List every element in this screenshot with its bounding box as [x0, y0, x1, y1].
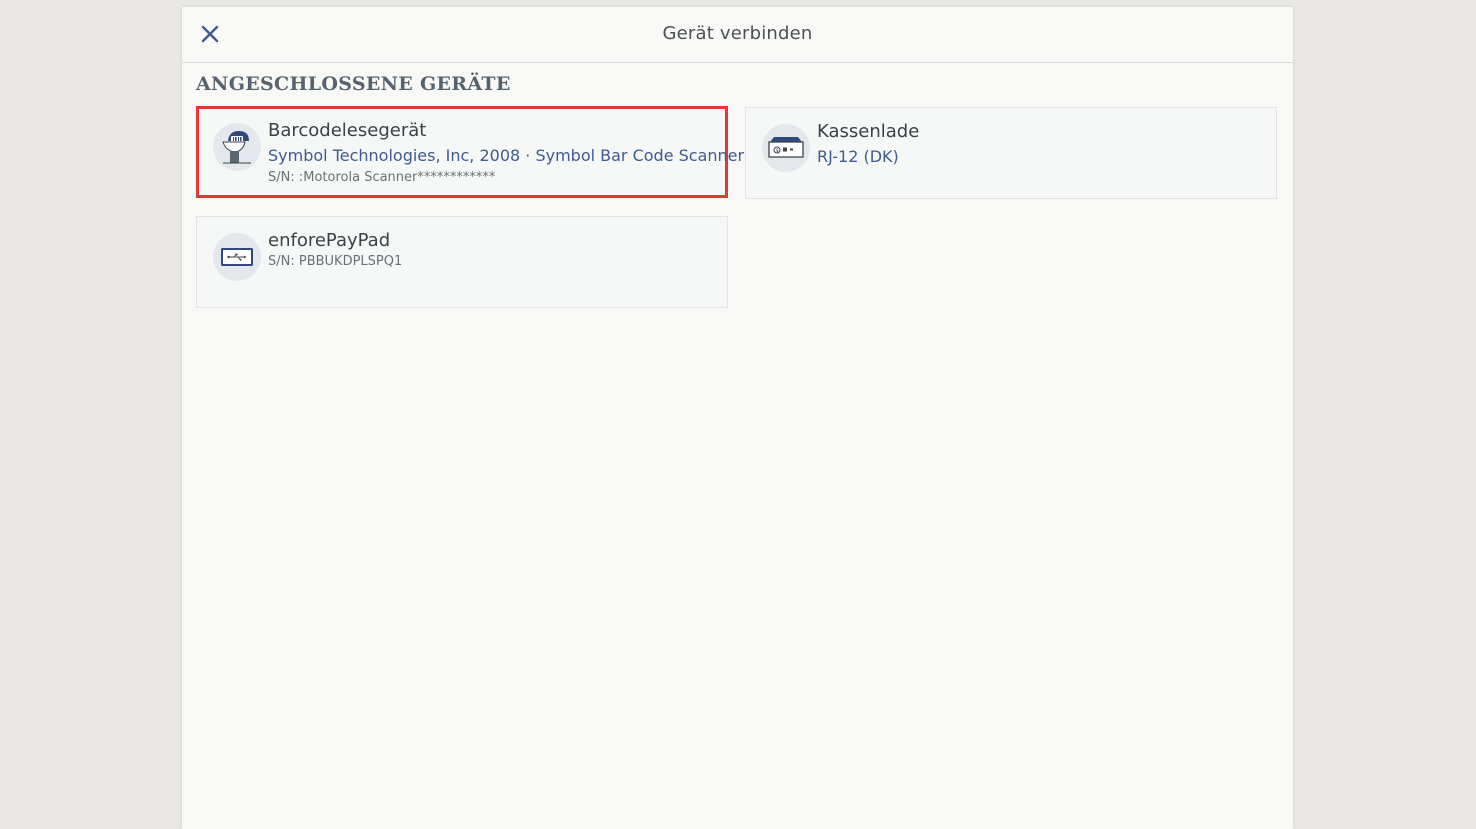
- barcode-scanner-icon: [213, 123, 261, 171]
- dialog-title: Gerät verbinden: [662, 23, 813, 44]
- device-card-payment-terminal[interactable]: enforePayPad S/N: PBBUKDPLSPQ1: [196, 216, 728, 308]
- payment-terminal-icon: [213, 233, 261, 281]
- device-serial: S/N: PBBUKDPLSPQ1: [268, 254, 403, 269]
- device-card-barcode-scanner[interactable]: Barcodelesegerät Symbol Technologies, In…: [196, 106, 745, 198]
- device-info: Kassenlade RJ-12 (DK): [817, 120, 1266, 170]
- device-serial: S/N: :Motorola Scanner************: [268, 170, 496, 185]
- section-heading: ANGESCHLOSSENE GERÄTE: [196, 73, 511, 95]
- device-card-cash-drawer[interactable]: $ Kassenlade RJ-12 (DK): [745, 107, 1277, 199]
- connect-device-dialog: Gerät verbinden ANGESCHLOSSENE GERÄTE Ba…: [182, 7, 1293, 829]
- device-info: enforePayPad S/N: PBBUKDPLSPQ1: [268, 229, 717, 271]
- cash-drawer-icon: $: [762, 124, 810, 172]
- dialog-header: Gerät verbinden: [182, 7, 1293, 63]
- device-subtitle: RJ-12 (DK): [817, 147, 899, 166]
- device-title: enforePayPad: [268, 230, 391, 251]
- device-title: Barcodelesegerät: [268, 120, 427, 141]
- svg-text:$: $: [776, 148, 779, 154]
- device-subtitle: Symbol Technologies, Inc, 2008 · Symbol …: [268, 146, 745, 165]
- device-title: Kassenlade: [817, 121, 920, 142]
- device-info: Barcodelesegerät Symbol Technologies, In…: [268, 119, 745, 187]
